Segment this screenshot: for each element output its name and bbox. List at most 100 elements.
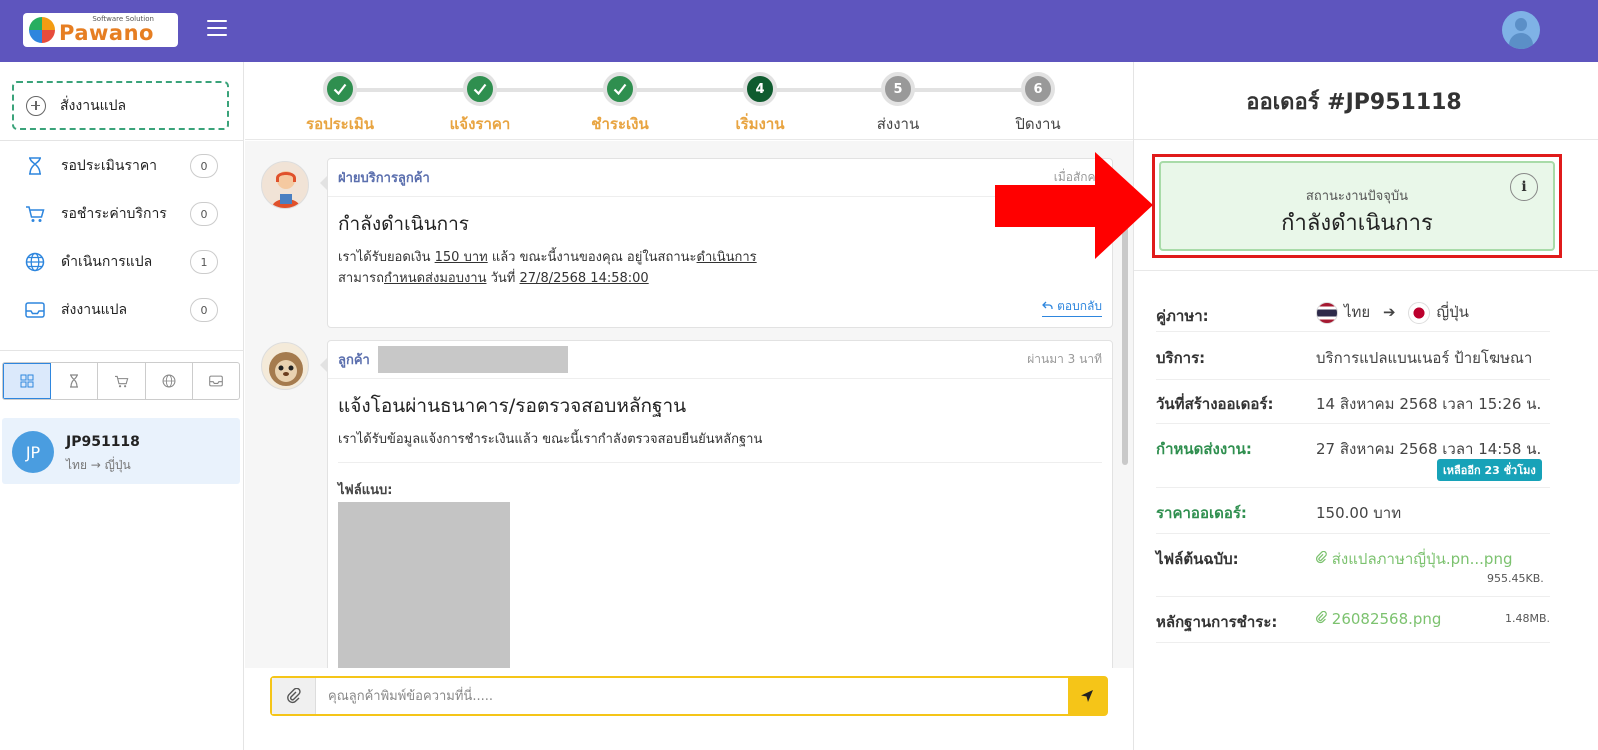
- logo-name: Pawano: [59, 21, 154, 45]
- user-avatar-icon[interactable]: [1502, 11, 1540, 49]
- amount-link[interactable]: 150 บาท: [435, 250, 488, 265]
- sidebar-item-translating[interactable]: ดำเนินการแปล 1: [0, 238, 243, 286]
- grid-icon: [20, 374, 34, 388]
- count-badge: 0: [190, 298, 218, 322]
- order-list-item[interactable]: JP JP951118 ไทย → ญี่ปุ่น: [2, 418, 240, 484]
- step-number: 6: [1021, 72, 1055, 106]
- sidebar-item-label: รอประเมินราคา: [61, 158, 158, 174]
- row-language: คู่ภาษา: ไทย ➔ ญี่ปุ่น: [1156, 294, 1550, 332]
- progress-stepper: รอประเมิน แจ้งราคา ชำระเงิน 4 เริ่มงาน 5…: [245, 62, 1133, 140]
- annotation-arrow-icon: [995, 152, 1153, 259]
- deadline-label: กำหนดส่งงาน:: [1156, 440, 1252, 458]
- message-input[interactable]: [316, 678, 1068, 714]
- row-deadline: กำหนดส่งงาน: 27 สิงหาคม 2568 เวลา 14:58 …: [1156, 424, 1550, 488]
- sidebar-item-pending-quote[interactable]: รอประเมินราคา 0: [0, 142, 243, 190]
- divider: [1134, 270, 1598, 271]
- step-label: ปิดงาน: [1015, 115, 1061, 133]
- logo[interactable]: Software Solution Pawano: [23, 13, 178, 47]
- status-highlight-frame: สถานะงานปัจจุบัน กำลังดำเนินการ i: [1152, 154, 1562, 258]
- status-link[interactable]: ดำเนินการ: [697, 250, 757, 265]
- step-3: ชำระเงิน: [550, 72, 690, 136]
- scrollbar[interactable]: [1122, 225, 1128, 465]
- payment-proof-label: หลักฐานการชำระ:: [1156, 613, 1278, 631]
- status-value: กำลังดำเนินการ: [1281, 211, 1433, 236]
- service-label: บริการ:: [1156, 349, 1206, 367]
- sidebar-item-label: รอชำระค่าบริการ: [61, 206, 167, 222]
- sidebar-item-label: ส่งงานแปล: [61, 302, 128, 318]
- message-sender: ลูกค้า: [338, 353, 370, 368]
- order-avatar: JP: [12, 431, 54, 473]
- source-file-link[interactable]: ส่งแปลภาษาญี่ปุ่น.pn...png: [1316, 547, 1512, 571]
- message-body: เราได้รับข้อมูลแจ้งการชำระเงินแล้ว ขณะนี…: [338, 421, 1102, 463]
- redacted-name: [378, 346, 568, 373]
- row-price: ราคาออเดอร์: 150.00 บาท: [1156, 488, 1550, 534]
- paperclip-icon[interactable]: [272, 678, 316, 714]
- check-icon: [603, 72, 637, 106]
- price-value: 150.00 บาท: [1316, 504, 1402, 522]
- hourglass-icon: [24, 155, 46, 177]
- step-5: 5 ส่งงาน: [828, 72, 968, 136]
- sidebar: สั่งงานแปล รอประเมินราคา 0 รอชำระค่าบริก…: [0, 62, 244, 750]
- source-file-label: ไฟล์ต้นฉบับ:: [1156, 550, 1239, 568]
- created-label: วันที่สร้างออเดอร์:: [1156, 395, 1274, 413]
- step-1: รอประเมิน: [270, 72, 410, 136]
- filter-tab-pending-quote[interactable]: [51, 363, 99, 399]
- step-label: ส่งงาน: [876, 115, 920, 133]
- payment-proof-link[interactable]: 26082568.png: [1316, 610, 1441, 628]
- order-details-panel: ออเดอร์ #JP951118 สถานะงานปัจจุบัน กำลัง…: [1133, 62, 1598, 750]
- hamburger-icon[interactable]: [207, 20, 227, 36]
- send-icon: [1081, 690, 1093, 702]
- divider: [0, 140, 243, 141]
- deadline-date[interactable]: 27/8/2568 14:58:00: [520, 271, 649, 286]
- sidebar-item-pending-payment[interactable]: รอชำระค่าบริการ 0: [0, 190, 243, 238]
- status-caption: สถานะงานปัจจุบัน: [1305, 189, 1409, 204]
- sidebar-item-label: ดำเนินการแปล: [61, 254, 153, 270]
- reply-icon: [1042, 301, 1053, 309]
- message-sender: ฝ่ายบริการลูกค้า: [338, 171, 430, 186]
- attachment-label: ไฟล์แนบ:: [338, 483, 393, 498]
- inbox-icon: [24, 299, 46, 321]
- new-order-label: สั่งงานแปล: [60, 97, 127, 114]
- inbox-icon: [209, 375, 223, 387]
- message-time: ผ่านมา 3 นาที: [1027, 352, 1102, 366]
- step-label: ชำระเงิน: [591, 115, 649, 133]
- step-label: เริ่มงาน: [735, 115, 785, 133]
- filter-tab-delivered[interactable]: [193, 363, 239, 399]
- language-label: คู่ภาษา:: [1156, 307, 1209, 325]
- filter-tab-translating[interactable]: [146, 363, 193, 399]
- hourglass-icon: [70, 374, 79, 388]
- check-icon: [463, 72, 497, 106]
- service-value: บริการแปลแบนเนอร์ ป้ายโฆษณา: [1316, 349, 1533, 367]
- sidebar-item-delivered[interactable]: ส่งงานแปล 0: [0, 286, 243, 334]
- filter-tabs: [2, 362, 240, 400]
- step-6: 6 ปิดงาน: [968, 72, 1108, 136]
- step-2: แจ้งราคา: [410, 72, 550, 136]
- paperclip-icon: [1316, 550, 1327, 564]
- send-button[interactable]: [1068, 678, 1106, 714]
- filter-tab-all[interactable]: [3, 363, 52, 399]
- japan-flag-icon: [1408, 301, 1431, 324]
- row-payment-proof: หลักฐานการชำระ: 26082568.png 1.48MB.: [1156, 597, 1550, 643]
- row-service: บริการ: บริการแปลแบนเนอร์ ป้ายโฆษณา: [1156, 334, 1550, 380]
- reply-button[interactable]: ตอบกลับ: [1042, 297, 1102, 317]
- price-label: ราคาออเดอร์:: [1156, 504, 1247, 522]
- message-title: แจ้งโอนผ่านธนาคาร/รอตรวจสอบหลักฐาน: [338, 395, 687, 417]
- new-order-button[interactable]: สั่งงานแปล: [12, 81, 229, 130]
- attachment-image[interactable]: [338, 502, 510, 668]
- divider: [1134, 139, 1598, 140]
- row-source-file: ไฟล์ต้นฉบับ: ส่งแปลภาษาญี่ปุ่น.pn...png …: [1156, 534, 1550, 597]
- cart-icon: [24, 203, 46, 225]
- support-avatar: [261, 161, 309, 209]
- deadline-link[interactable]: กำหนดส่งมอบงาน: [384, 271, 487, 286]
- message-composer: [270, 676, 1108, 716]
- step-label: แจ้งราคา: [449, 115, 511, 133]
- order-title: ออเดอร์ #JP951118: [1246, 90, 1462, 115]
- step-number: 5: [881, 72, 915, 106]
- order-language-pair: ไทย → ญี่ปุ่น: [66, 458, 131, 472]
- logo-mark-icon: [29, 17, 55, 43]
- step-number: 4: [743, 72, 777, 106]
- created-value: 14 สิงหาคม 2568 เวลา 15:26 น.: [1316, 395, 1542, 413]
- globe-icon: [162, 374, 176, 388]
- info-icon[interactable]: i: [1510, 173, 1538, 201]
- filter-tab-pending-payment[interactable]: [98, 363, 146, 399]
